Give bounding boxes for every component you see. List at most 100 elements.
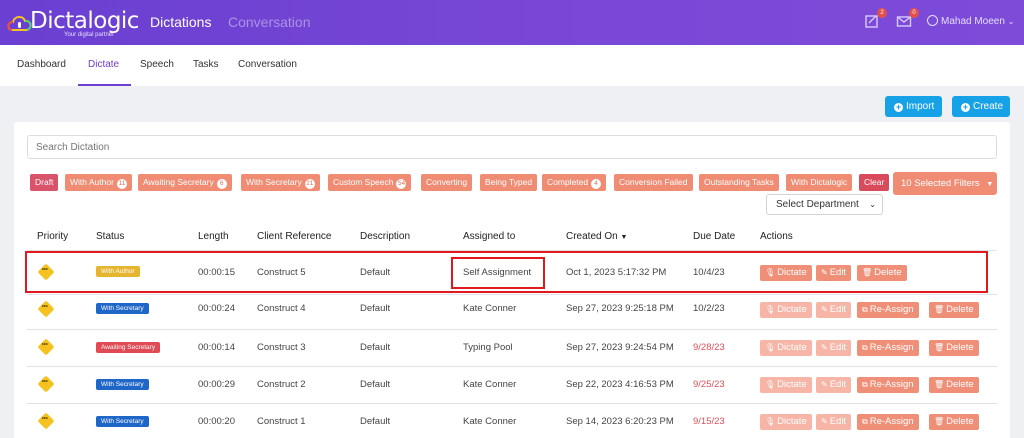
col-created-on[interactable]: Created On ▼ [566, 231, 627, 242]
row-divider [27, 403, 997, 404]
length: 00:00:24 [198, 303, 235, 314]
active-tab-indicator [78, 84, 131, 86]
dictate-button[interactable]: 🎙 Dictate [760, 414, 812, 430]
user-name: Mahad Moeen [941, 16, 1005, 27]
trash-icon: 🗑 [934, 343, 945, 352]
delete-button[interactable]: 🗑 Delete [929, 302, 979, 318]
department-select[interactable]: Select Department ⌄ [766, 194, 883, 215]
topnav-dictations[interactable]: Dictations [150, 14, 211, 30]
due-date: 9/25/23 [693, 379, 725, 390]
filter-being-typed[interactable]: Being Typed [480, 174, 538, 191]
row-divider [27, 329, 997, 330]
due-date: 9/28/23 [693, 342, 725, 353]
tab-speech[interactable]: Speech [140, 59, 174, 70]
microphone-icon: 🎙 [765, 417, 776, 426]
description: Default [360, 416, 391, 427]
reassign-button[interactable]: ⧉ Re-Assign [857, 414, 919, 430]
filter-conversion-failed[interactable]: Conversion Failed [614, 174, 693, 191]
created-on: Sep 14, 2023 6:20:23 PM [566, 416, 674, 427]
reassign-button[interactable]: ⧉ Re-Assign [857, 302, 919, 318]
mail-icon[interactable]: 0 [896, 8, 919, 29]
filter-count: 11 [116, 179, 127, 189]
filter-with-dictalogic[interactable]: With Dictalogic [786, 174, 853, 191]
col-length: Length [198, 231, 229, 242]
row-divider [27, 366, 997, 367]
search-input[interactable] [27, 135, 997, 159]
edit-icon: ✎ [821, 417, 828, 426]
col-client-reference: Client Reference [257, 231, 332, 242]
tasks-notification-icon[interactable]: 2 [864, 8, 887, 29]
import-button[interactable]: + Import [885, 96, 942, 117]
length: 00:00:20 [198, 416, 235, 427]
tab-tasks[interactable]: Tasks [193, 59, 219, 70]
notification-badge: 2 [877, 8, 887, 18]
highlight-box-assigned [451, 257, 545, 289]
edit-icon: ✎ [821, 343, 828, 352]
client-reference: Construct 3 [257, 342, 306, 353]
description: Default [360, 379, 391, 390]
col-priority: Priority [37, 231, 69, 242]
plus-icon: + [961, 102, 970, 112]
filter-converting[interactable]: Converting [421, 174, 473, 191]
reassign-icon: ⧉ [862, 343, 868, 352]
user-menu[interactable]: Mahad Moeen ⌄ [927, 15, 1014, 27]
due-date: 10/2/23 [693, 303, 725, 314]
col-description: Description [360, 231, 411, 242]
filter-outstanding-tasks[interactable]: Outstanding Tasks [699, 174, 779, 191]
filter-count: 21 [304, 179, 315, 189]
tab-dashboard[interactable]: Dashboard [17, 59, 66, 70]
plus-icon: + [894, 102, 903, 112]
edit-button[interactable]: ✎ Edit [816, 414, 852, 430]
dictate-button[interactable]: 🎙 Dictate [760, 340, 812, 356]
created-on: Sep 27, 2023 9:24:54 PM [566, 342, 674, 353]
create-button[interactable]: + Create [952, 96, 1010, 117]
filter-with-secretary[interactable]: With Secretary 21 [241, 174, 320, 191]
microphone-icon: 🎙 [765, 343, 776, 352]
filter-count: 4 [591, 179, 602, 189]
logo-text: Dictalogic [30, 8, 139, 34]
reassign-button[interactable]: ⧉ Re-Assign [857, 377, 919, 393]
filter-count: 54 [396, 179, 407, 189]
filter-custom-speech[interactable]: Custom Speech 54 [328, 174, 412, 191]
filter-with-author[interactable]: With Author 11 [65, 174, 132, 191]
status-badge: With Secretary [96, 303, 149, 314]
filter-count: 6 [216, 179, 227, 189]
mail-badge: 0 [909, 8, 919, 18]
sub-navigation: Dashboard Dictate Speech Tasks Conversat… [0, 45, 1024, 86]
filter-clear-button[interactable]: Clear [859, 174, 890, 191]
description: Default [360, 303, 391, 314]
topnav-conversation[interactable]: Conversation [228, 14, 311, 30]
caret-down-icon: ▼ [986, 181, 994, 188]
client-reference: Construct 2 [257, 379, 306, 390]
dictate-button[interactable]: 🎙 Dictate [760, 377, 812, 393]
edit-button[interactable]: ✎ Edit [816, 377, 852, 393]
filter-awaiting-secretary[interactable]: Awaiting Secretary 6 [138, 174, 232, 191]
edit-button[interactable]: ✎ Edit [816, 340, 852, 356]
col-actions: Actions [760, 231, 793, 242]
due-date: 9/15/23 [693, 416, 725, 427]
filter-draft[interactable]: Draft [30, 174, 59, 191]
reassign-icon: ⧉ [862, 305, 868, 314]
delete-button[interactable]: 🗑 Delete [929, 414, 979, 430]
status-badge: With Secretary [96, 416, 149, 427]
col-status: Status [96, 231, 125, 242]
sort-desc-icon: ▼ [620, 234, 628, 241]
delete-button[interactable]: 🗑 Delete [929, 340, 979, 356]
selected-filters-dropdown[interactable]: 10 Selected Filters ▼ [893, 172, 997, 195]
col-assigned-to: Assigned to [463, 231, 516, 242]
logo[interactable]: Dictalogic Your digital partner [6, 6, 146, 40]
tab-conversation[interactable]: Conversation [238, 59, 297, 70]
avatar-icon [927, 15, 938, 26]
reassign-button[interactable]: ⧉ Re-Assign [857, 340, 919, 356]
delete-button[interactable]: 🗑 Delete [929, 377, 979, 393]
assigned-to: Kate Conner [463, 303, 517, 314]
filter-completed[interactable]: Completed 4 [542, 174, 607, 191]
client-reference: Construct 4 [257, 303, 306, 314]
edit-button[interactable]: ✎ Edit [816, 302, 852, 318]
edit-icon: ✎ [821, 305, 828, 314]
trash-icon: 🗑 [934, 380, 945, 389]
client-reference: Construct 1 [257, 416, 306, 427]
dictate-button[interactable]: 🎙 Dictate [760, 302, 812, 318]
tab-dictate[interactable]: Dictate [88, 59, 119, 70]
length: 00:00:14 [198, 342, 235, 353]
